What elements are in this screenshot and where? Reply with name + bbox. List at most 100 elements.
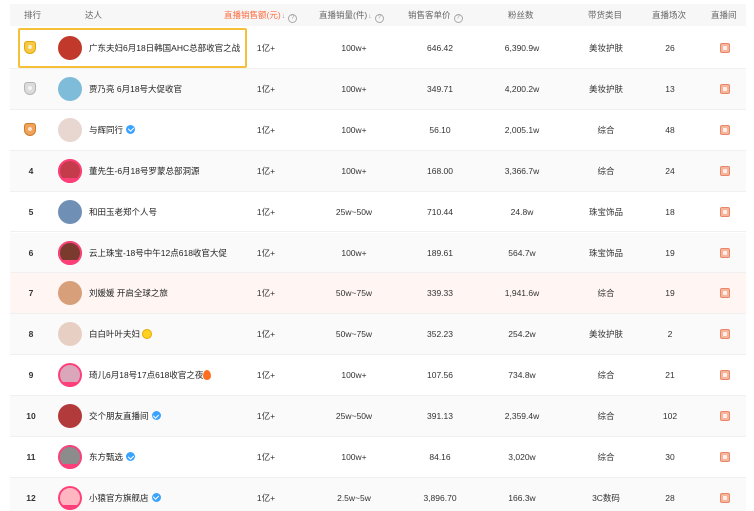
header-unit-price[interactable]: 销售客单价? <box>408 4 463 26</box>
avatar[interactable] <box>58 117 82 142</box>
avatar[interactable] <box>58 322 82 347</box>
live-tag <box>60 464 80 469</box>
sales-volume: 100w+ <box>341 43 367 53</box>
silver-medal-icon <box>24 81 36 95</box>
sales-amount: 1亿+ <box>256 288 276 299</box>
table-row[interactable]: 5 和田玉老郑个人号 1亿+ 25w~50w 710.44 24.8w 珠宝饰品… <box>10 192 746 233</box>
live-room-icon[interactable] <box>720 124 730 135</box>
table-row[interactable]: 11 东方甄选 1亿+ 100w+ 84.16 3,020w 综合 30 <box>10 437 746 478</box>
avatar[interactable] <box>58 76 82 101</box>
fans-count: 2,359.4w <box>504 411 540 422</box>
avatar[interactable] <box>58 404 82 429</box>
table-row[interactable]: 6 云上珠宝-18号中午12点618收官大促 1亿+ 100w+ 189.61 … <box>10 232 746 274</box>
table-row[interactable]: 9 琦儿6月18号17点618收官之夜 1亿+ 100w+ 107.56 734… <box>10 355 746 397</box>
streamer-name[interactable]: 广东夫妇6月18日韩国AHC总部收官之战 <box>89 28 249 68</box>
header-sales-amount[interactable]: 直播销售额(元)↓? <box>224 4 298 28</box>
live-sessions: 28 <box>665 492 675 503</box>
header-sales-volume[interactable]: 直播销量(件)↓? <box>319 4 384 26</box>
avatar[interactable] <box>58 281 82 306</box>
category: 综合 <box>597 124 615 135</box>
category: 美妆护肤 <box>588 329 623 340</box>
streamer-name[interactable]: 云上珠宝-18号中午12点618收官大促 <box>89 233 249 273</box>
streamer-name[interactable]: 和田玉老郑个人号 <box>89 192 249 232</box>
live-room-icon[interactable] <box>720 83 730 94</box>
fans-count: 1,941.6w <box>504 288 540 299</box>
streamer-name[interactable]: 与辉同行 <box>89 110 249 150</box>
live-room-icon[interactable] <box>720 165 730 176</box>
live-room-icon[interactable] <box>720 370 730 381</box>
unit-price: 84.16 <box>429 452 451 462</box>
avatar[interactable] <box>58 485 82 510</box>
avatar[interactable] <box>58 445 82 469</box>
live-tag <box>60 382 80 388</box>
streamer-name[interactable]: 小猿官方旗舰店 <box>89 478 249 511</box>
avatar[interactable] <box>58 199 82 224</box>
live-tag <box>60 259 80 265</box>
avatar[interactable] <box>58 36 82 60</box>
streamer-name[interactable]: 董先生-6月18号罗蒙总部洞源 <box>89 151 249 191</box>
sales-volume: 100w+ <box>341 370 367 381</box>
live-sessions: 24 <box>665 165 675 176</box>
live-tag <box>60 177 80 183</box>
fans-count: 4,200.2w <box>504 83 540 94</box>
live-room-icon[interactable] <box>720 288 730 299</box>
header-streamer: 达人 <box>85 10 103 20</box>
avatar[interactable] <box>58 240 82 265</box>
live-room-icon[interactable] <box>720 329 730 340</box>
unit-price: 391.13 <box>427 411 453 422</box>
table-row[interactable]: 贾乃亮 6月18号大促收官 1亿+ 100w+ 349.71 4,200.2w … <box>10 68 746 110</box>
live-room-icon[interactable] <box>720 247 730 258</box>
sales-amount: 1亿+ <box>256 452 276 462</box>
sort-down-icon[interactable]: ↓ <box>282 6 286 28</box>
live-room-icon[interactable] <box>720 206 730 217</box>
verified-icon <box>151 492 161 502</box>
table-row[interactable]: 8 白白叶叶夫妇 1亿+ 50w~75w 352.23 254.2w 美妆护肤 … <box>10 314 746 356</box>
info-icon[interactable]: ? <box>374 14 384 23</box>
streamer-name-text: 董先生-6月18号罗蒙总部洞源 <box>89 165 200 176</box>
live-sessions: 21 <box>665 370 675 381</box>
category: 综合 <box>597 288 615 299</box>
live-room-icon[interactable] <box>720 492 730 503</box>
sales-amount: 1亿+ <box>256 247 276 258</box>
sales-amount: 1亿+ <box>256 43 276 53</box>
avatar[interactable] <box>58 158 82 183</box>
streamer-name[interactable]: 白白叶叶夫妇 <box>89 314 249 354</box>
streamer-name[interactable]: 交个朋友直播间 <box>89 396 249 436</box>
category: 综合 <box>597 370 615 381</box>
info-icon[interactable]: ? <box>288 14 298 23</box>
streamer-name[interactable]: 琦儿6月18号17点618收官之夜 <box>89 355 249 395</box>
unit-price: 339.33 <box>427 288 453 299</box>
streamer-name-text: 与辉同行 <box>89 124 124 135</box>
avatar[interactable] <box>58 363 82 388</box>
live-sessions: 19 <box>665 288 675 299</box>
live-sessions: 18 <box>665 206 675 217</box>
info-icon[interactable]: ? <box>453 14 463 23</box>
sort-down-icon[interactable]: ↓ <box>368 6 372 28</box>
live-room-icon[interactable] <box>720 452 730 462</box>
sun-icon <box>142 329 153 340</box>
live-room-icon[interactable] <box>720 43 730 53</box>
header-category: 带货类目 <box>588 10 623 20</box>
verified-icon <box>151 411 161 421</box>
unit-price: 646.42 <box>427 43 453 53</box>
streamer-name[interactable]: 东方甄选 <box>89 437 249 477</box>
fans-count: 734.8w <box>508 370 536 381</box>
streamer-name-text: 刘媛媛 开启全球之旅 <box>89 288 168 299</box>
table-row[interactable]: 广东夫妇6月18日韩国AHC总部收官之战 1亿+ 100w+ 646.42 6,… <box>10 28 746 69</box>
table-row[interactable]: 7 刘媛媛 开启全球之旅 1亿+ 50w~75w 339.33 1,941.6w… <box>10 273 746 315</box>
live-room-icon[interactable] <box>720 411 730 422</box>
fans-count: 2,005.1w <box>504 124 540 135</box>
streamer-name[interactable]: 刘媛媛 开启全球之旅 <box>89 273 249 313</box>
fire-icon <box>203 370 212 381</box>
category: 美妆护肤 <box>588 83 623 94</box>
sales-volume: 2.5w~5w <box>337 492 371 503</box>
header-sales-volume-label: 直播销量(件) <box>319 10 368 20</box>
live-sessions: 19 <box>665 247 675 258</box>
table-row[interactable]: 12 小猿官方旗舰店 1亿+ 2.5w~5w 3,896.70 166.3w 3… <box>10 477 746 511</box>
live-sessions: 48 <box>665 124 675 135</box>
table-row[interactable]: 4 董先生-6月18号罗蒙总部洞源 1亿+ 100w+ 168.00 3,366… <box>10 150 746 192</box>
table-row[interactable]: 10 交个朋友直播间 1亿+ 25w~50w 391.13 2,359.4w 综… <box>10 396 746 437</box>
streamer-name[interactable]: 贾乃亮 6月18号大促收官 <box>89 69 249 109</box>
table-row[interactable]: 与辉同行 1亿+ 100w+ 56.10 2,005.1w 综合 48 <box>10 110 746 151</box>
unit-price: 168.00 <box>427 165 453 176</box>
